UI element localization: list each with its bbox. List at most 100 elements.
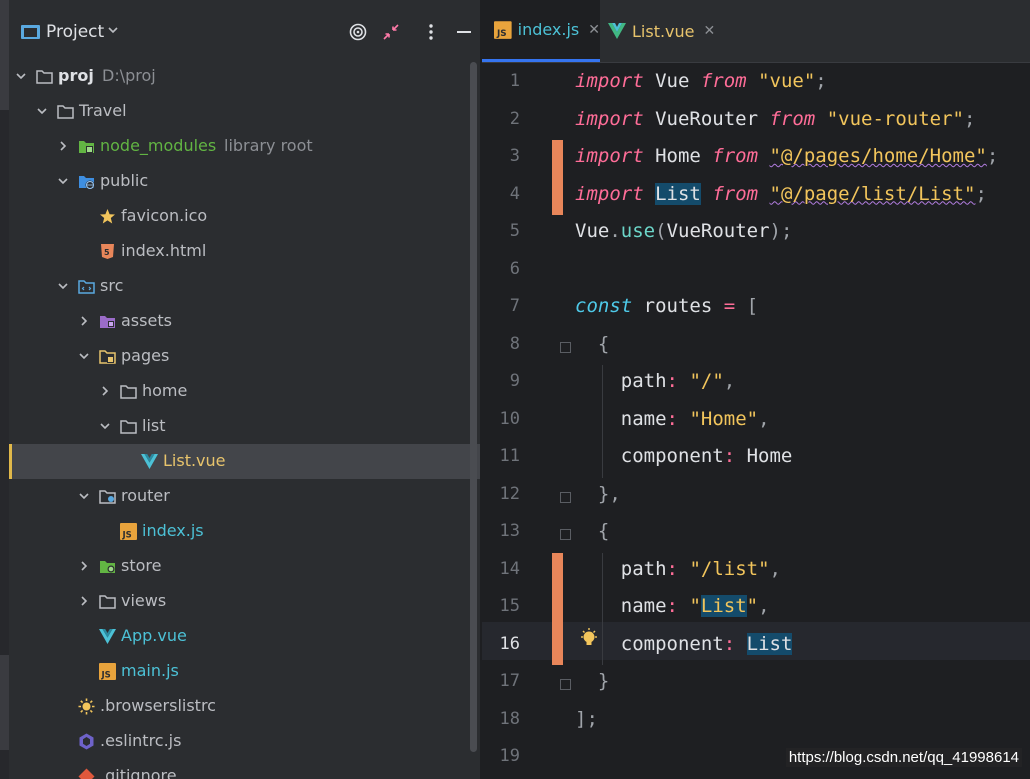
tree-item[interactable]: pages [9,339,480,374]
git-icon [78,768,95,779]
code-line[interactable]: import VueRouter from "vue-router"; [575,108,975,138]
tree-item-label: src [100,276,124,295]
chevron-right-icon[interactable] [100,386,110,396]
code-token: from [712,182,759,205]
code-line[interactable]: component: Home [575,445,793,475]
close-tab-icon[interactable]: ✕ [588,22,600,38]
code-token: { [597,520,610,542]
fold-marker-icon[interactable] [560,491,571,503]
line-number: 6 [509,258,520,279]
line-number: 9 [509,371,520,391]
code-token: name [620,407,667,430]
tree-item[interactable]: favicon.ico [9,199,480,234]
code-area[interactable]: import Vue from "vue"; import VueRouter f… [575,62,1030,779]
tree-item[interactable]: store [9,549,480,584]
chevron-right-icon[interactable] [79,316,89,326]
svg-text:5: 5 [104,248,110,257]
fold-marker-icon[interactable] [560,529,571,540]
fold-marker-icon[interactable] [560,679,571,690]
chevron-down-icon[interactable] [107,24,119,36]
code-line[interactable]: name: "List", [575,595,770,625]
tree-item[interactable]: list [9,409,480,444]
chevron-down-icon[interactable] [100,421,110,431]
collapse-all-icon[interactable] [381,22,401,42]
tree-item[interactable]: src [9,269,480,304]
tree-item-label: proj [58,66,94,85]
chevron-down-icon[interactable] [37,106,47,116]
intention-bulb-icon[interactable] [580,628,598,650]
more-options-icon[interactable] [421,22,441,42]
tree-item[interactable]: .browserslistrc [9,689,480,724]
tree-item[interactable]: Travel [9,94,480,129]
chevron-down-icon[interactable] [16,71,26,81]
tree-item-label: store [121,556,162,575]
favorites-tool-button[interactable] [0,655,9,750]
code-line[interactable]: import List from "@/page/list/List"; [575,182,987,213]
watermark: https://blog.csdn.net/qq_41998614 [785,748,1022,767]
code-token: : [723,445,736,467]
code-line[interactable]: { [575,333,609,363]
chevron-right-icon[interactable] [79,561,89,571]
tree-item[interactable]: proj D:\proj [9,59,480,94]
vcs-change-marker[interactable] [552,552,563,665]
minimize-icon[interactable] [454,22,474,42]
code-line[interactable]: path: "/", [575,370,735,400]
code-line[interactable]: } [575,670,609,700]
vcs-change-marker[interactable] [552,140,563,215]
chevron-down-icon[interactable] [79,491,89,501]
chevron-down-icon[interactable] [58,281,68,291]
code-token: import [575,145,644,167]
code-token: "@/pages/home/Home" [769,145,987,167]
tree-item[interactable]: assets [9,304,480,339]
tab-index-js[interactable]: JS index.js ✕ [482,0,600,62]
tree-item-label: home [142,381,188,400]
code-token: "vue-router" [826,107,964,130]
chevron-down-icon[interactable] [79,351,89,361]
code-line[interactable]: { [575,520,609,550]
code-token: , [758,407,770,430]
code-token: const [575,295,633,317]
code-line[interactable]: ]; [575,708,598,738]
chevron-right-icon[interactable] [79,596,89,606]
tree-item[interactable]: views [9,584,480,619]
close-tab-icon[interactable]: ✕ [704,23,716,39]
code-line[interactable]: }, [575,483,621,513]
fold-marker-icon[interactable] [560,341,571,353]
project-tool-button[interactable] [0,0,9,110]
tree-item[interactable]: JS main.js [9,654,480,689]
target-icon[interactable] [348,22,368,42]
code-line[interactable]: path: "/list", [575,558,781,588]
tree-item[interactable]: .eslintrc.js [9,724,480,759]
tab-list-vue[interactable]: List.vue ✕ [608,0,718,62]
tree-item[interactable]: 5 index.html [9,234,480,269]
tree-item[interactable]: home [9,374,480,409]
tree-item[interactable]: node_modules library root [9,129,480,164]
code-line[interactable]: Vue.use(VueRouter); [575,220,792,250]
tree-item[interactable]: public [9,164,480,199]
eslint-icon [79,733,94,750]
chevron-right-icon[interactable] [58,141,68,151]
code-line[interactable]: import Home from "@/pages/home/Home"; [575,145,998,175]
tree-item[interactable]: .gitignore [9,759,480,779]
tree-item[interactable]: router [9,479,480,514]
project-view-selector[interactable]: Project [46,22,104,42]
node-modules-folder-icon [79,141,94,153]
code-token: " [746,595,759,617]
project-tree-scrollbar[interactable] [470,62,477,752]
tree-item-label: public [100,171,149,190]
tree-item[interactable]: JS index.js [9,514,480,549]
code-line[interactable]: component: List [575,632,793,663]
code-line[interactable]: import Vue from "vue"; [575,70,827,100]
tree-item[interactable]: App.vue [9,619,480,654]
chevron-down-icon[interactable] [58,176,68,186]
tree-item[interactable]: List.vue [9,444,480,479]
code-line[interactable]: const routes = [ [575,295,758,325]
code-token: Home [735,445,793,467]
tree-item-label: index.js [142,521,204,540]
code-line[interactable]: name: "Home", [575,408,770,438]
